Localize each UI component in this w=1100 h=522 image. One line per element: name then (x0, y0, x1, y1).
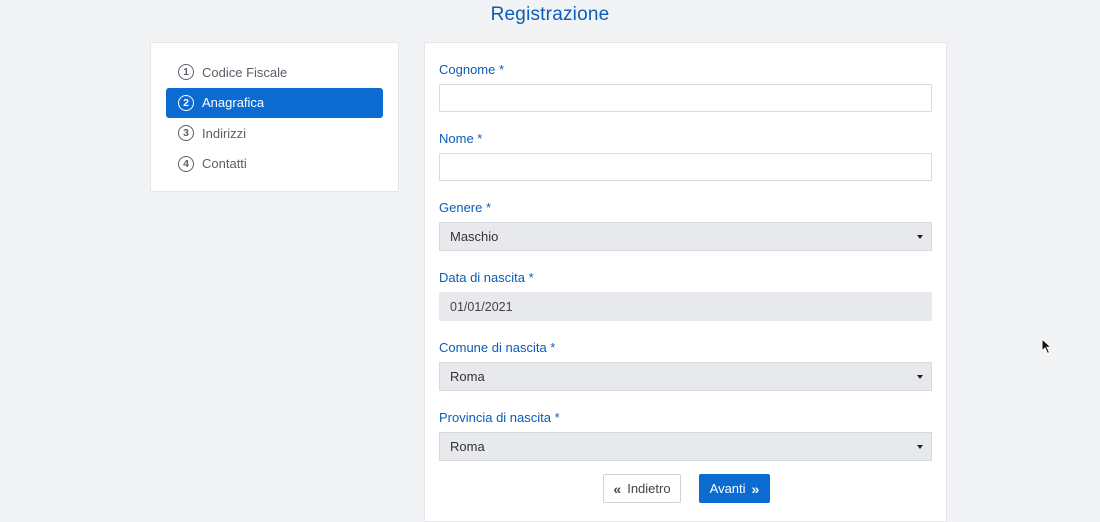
nome-label: Nome * (439, 131, 483, 146)
back-button-label: Indietro (627, 481, 671, 496)
provincia-nascita-selected-value: Roma (450, 439, 485, 454)
page-title: Registrazione (490, 4, 610, 25)
data-nascita-label: Data di nascita * (439, 270, 534, 285)
step-number-icon: 1 (178, 64, 194, 81)
provincia-nascita-select[interactable]: Roma (439, 432, 932, 461)
data-nascita-field: 01/01/2021 (439, 292, 932, 321)
comune-nascita-select[interactable]: Roma (439, 362, 932, 391)
next-button-label: Avanti (709, 481, 746, 496)
data-nascita-value: 01/01/2021 (450, 299, 513, 314)
step-label: Anagrafica (202, 95, 265, 111)
step-anagrafica[interactable]: 2 Anagrafica (166, 87, 383, 118)
step-codice-fiscale[interactable]: 1 Codice Fiscale (166, 57, 383, 88)
next-button[interactable]: Avanti » (699, 474, 770, 503)
step-label: Contatti (202, 156, 247, 172)
step-label: Indirizzi (202, 125, 247, 141)
registration-form: Cognome * Nome * Genere * Maschio Data d… (424, 42, 947, 522)
chevron-double-right-icon: » (751, 480, 760, 497)
caret-down-icon (917, 375, 923, 379)
step-number-icon: 3 (178, 125, 194, 142)
cognome-input[interactable] (439, 84, 932, 112)
step-indirizzi[interactable]: 3 Indirizzi (166, 118, 383, 149)
caret-down-icon (917, 445, 923, 449)
genere-label: Genere * (439, 200, 492, 215)
step-number-icon: 2 (178, 94, 194, 111)
comune-nascita-label: Comune di nascita * (439, 340, 556, 355)
back-button[interactable]: « Indietro (603, 474, 681, 503)
mouse-cursor-icon (1041, 338, 1053, 355)
caret-down-icon (917, 235, 923, 239)
genere-selected-value: Maschio (450, 229, 499, 244)
provincia-nascita-label: Provincia di nascita * (439, 410, 560, 425)
genere-select[interactable]: Maschio (439, 222, 932, 251)
comune-nascita-selected-value: Roma (450, 369, 485, 384)
step-contatti[interactable]: 4 Contatti (166, 149, 383, 180)
chevron-double-left-icon: « (613, 480, 622, 497)
step-label: Codice Fiscale (202, 64, 288, 80)
cognome-label: Cognome * (439, 62, 505, 77)
steps-sidebar: 1 Codice Fiscale 2 Anagrafica 3 Indirizz… (150, 42, 399, 192)
nome-input[interactable] (439, 153, 932, 181)
step-number-icon: 4 (178, 155, 194, 172)
